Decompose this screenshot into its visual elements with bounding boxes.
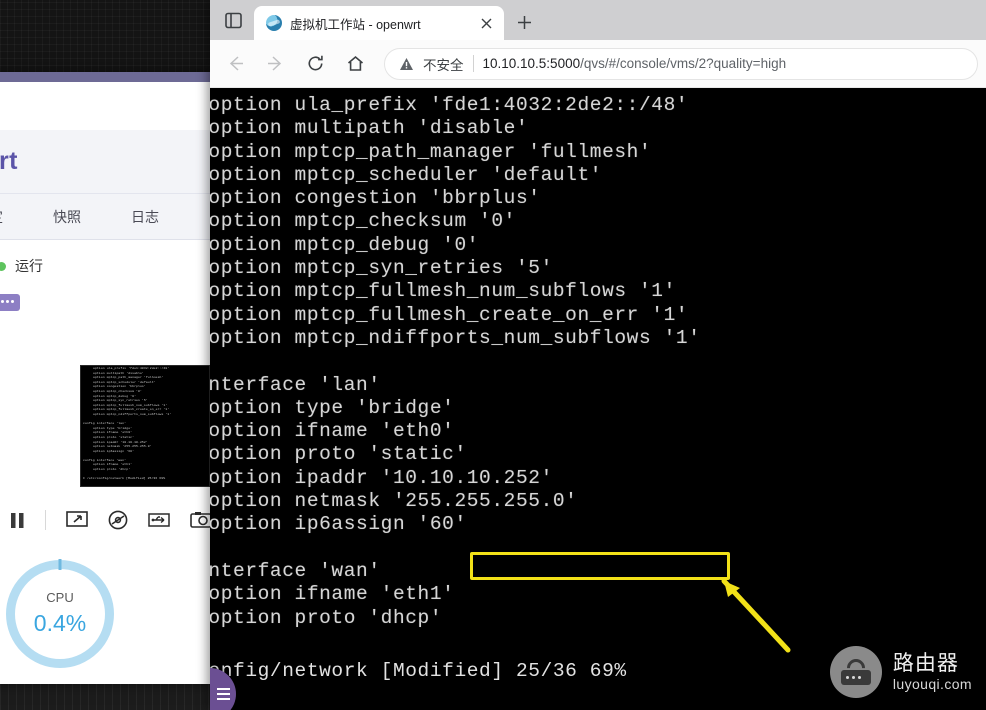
site-watermark: 路由器 luyouqi.com: [829, 646, 972, 698]
terminal-line: option ifname 'eth0': [210, 420, 455, 443]
vm-manager-header-blank: [0, 82, 215, 130]
terminal-line: option type 'bridge': [210, 396, 455, 419]
terminal-line: option mptcp_fullmesh_create_on_err '1': [210, 303, 689, 326]
watermark-title: 路由器: [892, 651, 959, 675]
browser-tab[interactable]: 虚拟机工作站 - openwrt: [254, 6, 504, 40]
hamburger-menu-icon: [216, 693, 230, 695]
home-icon[interactable]: [338, 47, 372, 81]
annotation-arrow: [721, 578, 791, 653]
tab-snapshots[interactable]: 快照: [53, 207, 81, 227]
arrow-left-icon[interactable]: [218, 47, 252, 81]
address-bar-url: 10.10.10.5:5000/qvs/#/console/vms/2?qual…: [483, 56, 787, 71]
browser-navbar: 不安全 10.10.10.5:5000/qvs/#/console/vms/2?…: [210, 40, 986, 88]
terminal-line: option proto 'static': [210, 443, 467, 466]
router-icon: [829, 646, 882, 698]
tab-logs[interactable]: 日志: [131, 207, 159, 227]
terminal-line: option ip6assign '60': [210, 513, 467, 536]
terminal-output: option ula_prefix 'fde1:4032:2de2::/48' …: [210, 94, 701, 630]
globe-icon: [266, 15, 282, 31]
vm-name-header: wrt: [0, 130, 215, 194]
terminal-line: option multipath 'disable': [210, 117, 529, 140]
pause-icon[interactable]: [10, 512, 25, 529]
tab-list-icon[interactable]: [216, 3, 250, 37]
vm-manager-window: wrt 设定 快照 日志 运行 option ula_prefix 'fde1:…: [0, 72, 215, 684]
fullscreen-icon[interactable]: [66, 511, 88, 529]
vm-status-label: 运行: [15, 258, 43, 274]
terminal-line: option netmask '255.255.255.0': [210, 490, 578, 513]
vm-control-toolbar: [0, 497, 215, 543]
cdrom-disc-icon[interactable]: [108, 510, 128, 530]
vm-status-row: 运行: [0, 240, 215, 292]
arrow-right-icon[interactable]: [258, 47, 292, 81]
address-bar-path: /qvs/#/console/vms/2?quality=high: [580, 56, 787, 71]
vnc-console[interactable]: option ula_prefix 'fde1:4032:2de2::/48' …: [210, 88, 986, 710]
security-warning-label: 不安全: [423, 57, 464, 73]
terminal-line: option proto 'dhcp': [210, 606, 443, 629]
terminal-line: option ipaddr '10.10.10.252': [210, 466, 553, 489]
browser-tab-title: 虚拟机工作站 - openwrt: [290, 17, 421, 32]
usb-icon[interactable]: [148, 512, 170, 528]
cpu-gauge-tick: [58, 559, 62, 570]
terminal-status-line: I /etc/config/network [Modified] 25/36 6…: [210, 660, 627, 682]
toolbar-divider: [45, 510, 46, 530]
reload-icon[interactable]: [298, 47, 332, 81]
new-tab-button[interactable]: [510, 8, 538, 36]
terminal-line: option mptcp_checksum '0': [210, 210, 516, 233]
screen: wrt 设定 快照 日志 运行 option ula_prefix 'fde1:…: [0, 0, 986, 710]
terminal-line: option congestion 'bbrplus': [210, 187, 541, 210]
cpu-gauge: CPU 0.4%: [6, 559, 114, 668]
close-icon[interactable]: [477, 14, 495, 32]
terminal-line: option mptcp_syn_retries '5': [210, 257, 553, 280]
terminal-line: option mptcp_scheduler 'default': [210, 163, 603, 186]
console-thumbnail[interactable]: option ula_prefix 'fde1:4032:2de2::/48' …: [80, 365, 210, 487]
camera-icon[interactable]: [190, 511, 212, 529]
cpu-gauge-value: 0.4%: [33, 610, 87, 636]
warning-triangle-icon: [399, 57, 414, 71]
vm-manager-titlebar: [0, 72, 215, 82]
browser-window: 虚拟机工作站 - openwrt 不安全 10.10.10.5:5000/qvs…: [210, 0, 986, 710]
vm-badge-chip: [0, 294, 20, 311]
terminal-line: config interface 'wan': [210, 559, 381, 582]
terminal-line: config interface 'lan': [210, 373, 381, 396]
status-dot-icon: [0, 261, 6, 271]
terminal-line: option mptcp_fullmesh_num_subflows '1': [210, 280, 676, 303]
vm-name-label: wrt: [0, 147, 18, 175]
address-bar[interactable]: 不安全 10.10.10.5:5000/qvs/#/console/vms/2?…: [384, 47, 978, 80]
omnibox-divider: [472, 55, 474, 72]
cpu-gauge-label: CPU: [46, 590, 74, 605]
terminal-line: option mptcp_ndiffports_num_subflows '1': [210, 326, 701, 349]
watermark-subtitle: luyouqi.com: [892, 676, 972, 693]
browser-tabstrip: 虚拟机工作站 - openwrt: [210, 0, 986, 40]
terminal-line: option mptcp_debug '0': [210, 233, 480, 256]
address-bar-host: 10.10.10.5:5000: [482, 56, 581, 71]
terminal-line: option mptcp_path_manager 'fullmesh': [210, 140, 652, 163]
vm-tab-bar: 设定 快照 日志: [0, 194, 215, 240]
terminal-line: option ula_prefix 'fde1:4032:2de2::/48': [210, 94, 689, 116]
terminal-line: option ifname 'eth1': [210, 583, 455, 606]
cpu-gauge-panel: CPU 0.4%: [0, 544, 215, 684]
tab-settings[interactable]: 设定: [0, 207, 3, 227]
